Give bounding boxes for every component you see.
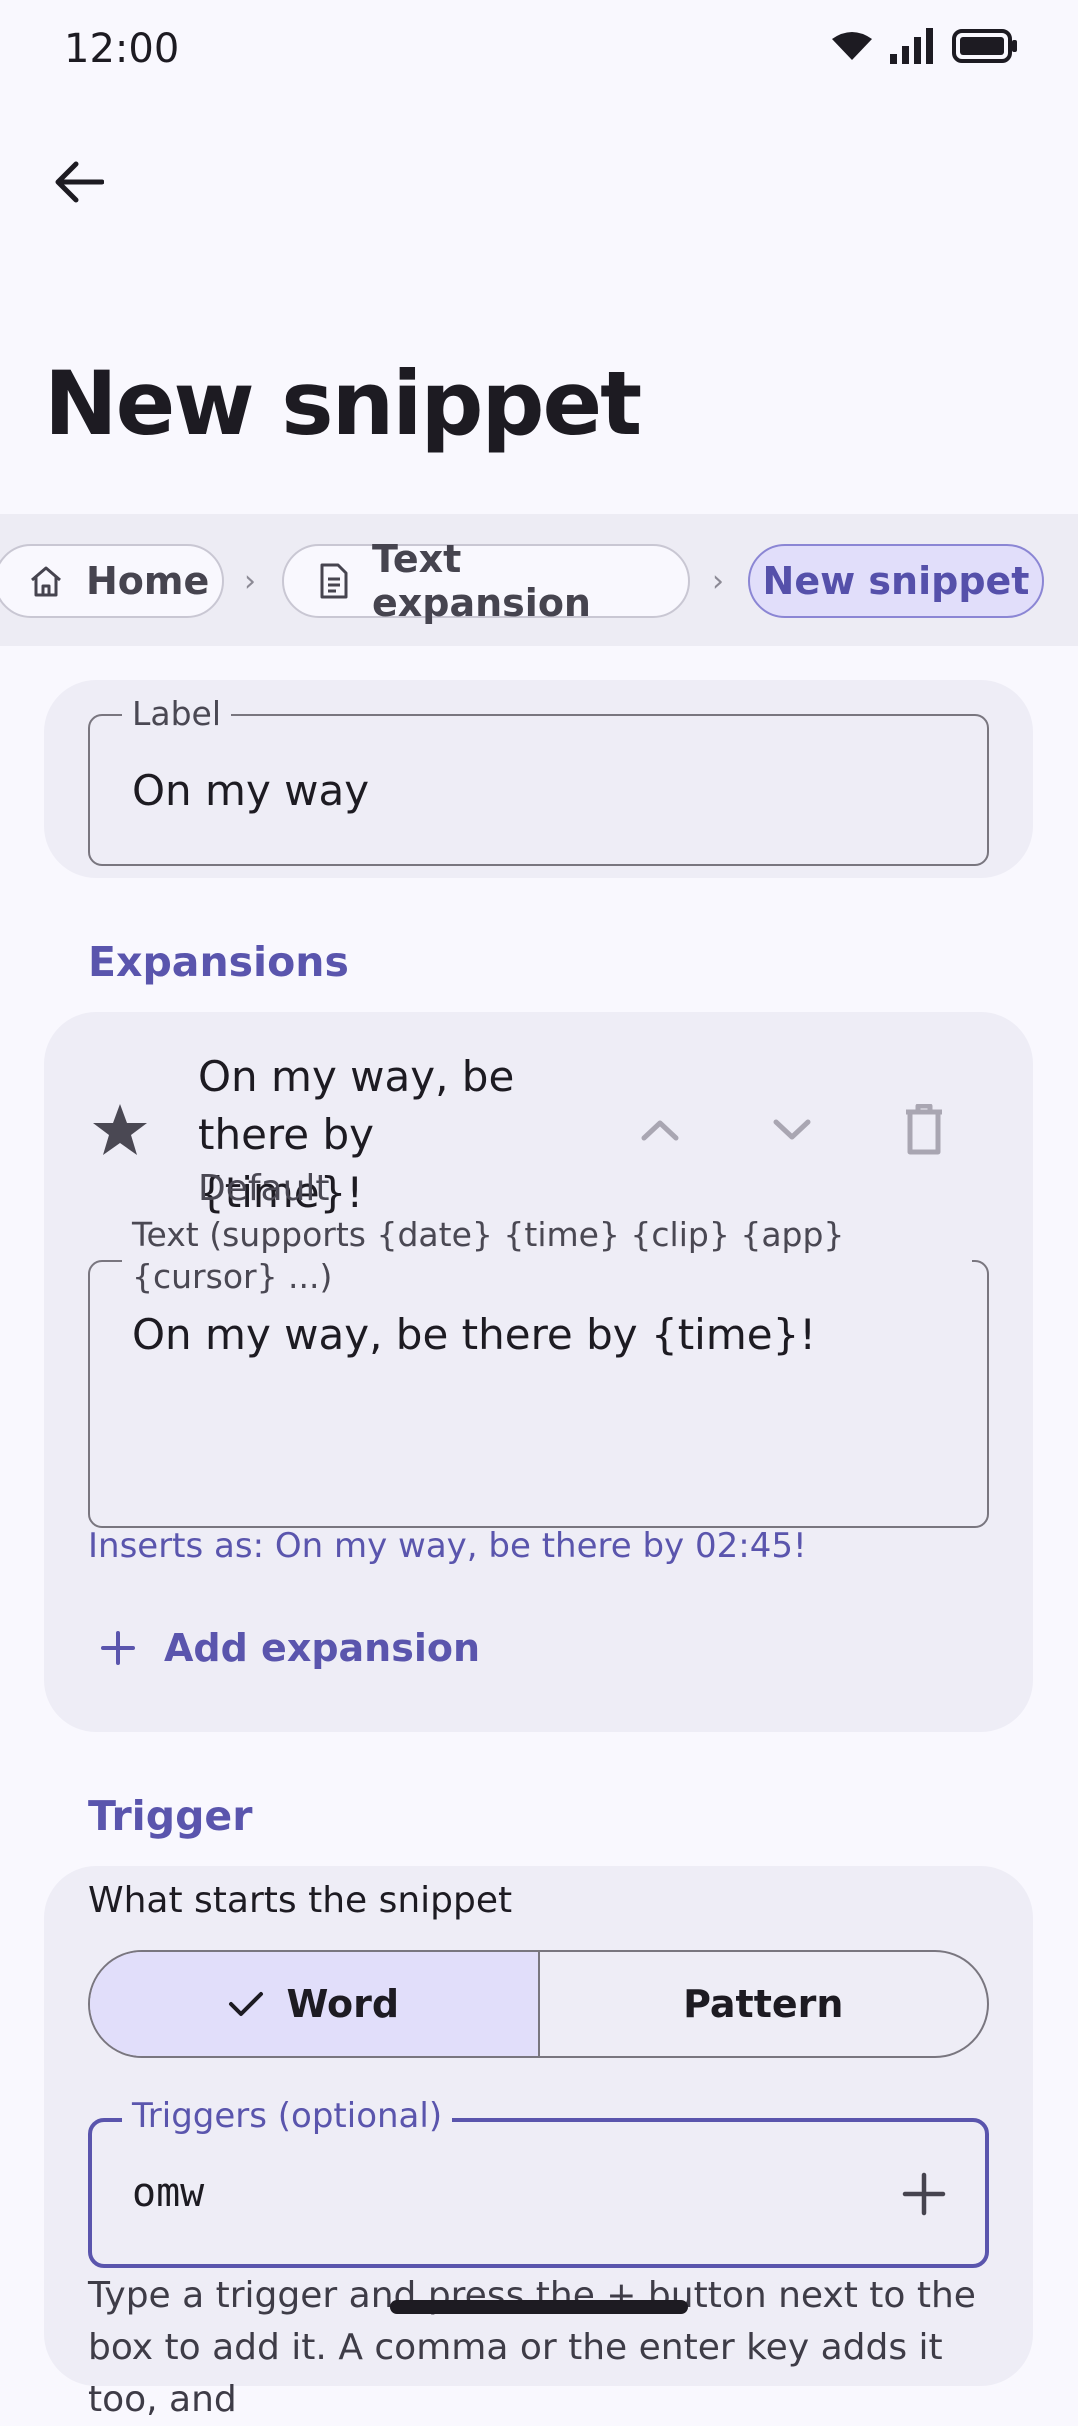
star-icon[interactable] bbox=[88, 1098, 152, 1162]
triggers-field-legend: Triggers (optional) bbox=[122, 2096, 453, 2136]
trash-icon bbox=[906, 1104, 942, 1155]
status-icons bbox=[832, 28, 1018, 64]
option-pattern-label: Pattern bbox=[683, 1982, 844, 2026]
insert-preview: Inserts as: On my way, be there by 02:45… bbox=[88, 1526, 807, 1566]
back-button[interactable] bbox=[46, 150, 110, 214]
breadcrumb-new-snippet-label: New snippet bbox=[762, 559, 1030, 603]
option-word[interactable]: Word bbox=[90, 1952, 540, 2056]
add-expansion-label: Add expansion bbox=[164, 1626, 481, 1670]
trigger-caption: What starts the snippet bbox=[88, 1880, 513, 1921]
delete-expansion-button[interactable] bbox=[892, 1098, 956, 1162]
chevron-right-icon: › bbox=[244, 564, 256, 599]
signal-icon bbox=[890, 28, 933, 64]
chevron-right-icon: › bbox=[712, 564, 724, 599]
trigger-type-selector: Word Pattern bbox=[88, 1950, 989, 2058]
move-down-button[interactable] bbox=[760, 1098, 824, 1162]
expansion-subtitle: Default bbox=[198, 1168, 330, 1209]
breadcrumb-home-label: Home bbox=[86, 559, 210, 603]
label-field-legend: Label bbox=[122, 694, 232, 733]
breadcrumb: Home › Text expansion › New snippet bbox=[0, 514, 1078, 646]
trigger-heading: Trigger bbox=[88, 1792, 253, 1840]
add-trigger-button[interactable] bbox=[892, 2162, 956, 2226]
battery-icon bbox=[952, 29, 1017, 63]
expansion-text-value[interactable]: On my way, be there by {time}! bbox=[132, 1310, 816, 1359]
expansion-text-legend: Text (supports {date} {time} {clip} {app… bbox=[122, 1214, 972, 1298]
breadcrumb-text-expansion-label: Text expansion bbox=[372, 537, 591, 625]
document-icon bbox=[318, 563, 350, 599]
status-time: 12:00 bbox=[64, 26, 180, 72]
plus-icon bbox=[101, 1631, 135, 1665]
triggers-field[interactable] bbox=[88, 2118, 989, 2268]
page-title: New snippet bbox=[44, 352, 642, 455]
option-pattern[interactable]: Pattern bbox=[540, 1952, 988, 2056]
breadcrumb-new-snippet[interactable]: New snippet bbox=[748, 544, 1044, 618]
check-icon bbox=[229, 1992, 264, 2016]
option-word-label: Word bbox=[286, 1982, 400, 2026]
trigger-help-text: Type a trigger and press the + button ne… bbox=[88, 2275, 976, 2420]
arrow-left-icon bbox=[55, 161, 104, 203]
add-expansion-button[interactable]: Add expansion bbox=[100, 1626, 480, 1670]
breadcrumb-home[interactable]: Home bbox=[0, 544, 224, 618]
wifi-icon bbox=[832, 32, 872, 60]
chevron-up-icon bbox=[641, 1120, 679, 1141]
home-icon bbox=[28, 563, 64, 599]
move-up-button[interactable] bbox=[628, 1098, 692, 1162]
expansions-heading: Expansions bbox=[88, 938, 349, 986]
expansion-text-field[interactable] bbox=[88, 1260, 989, 1528]
breadcrumb-text-expansion[interactable]: Text expansion bbox=[282, 537, 690, 625]
plus-icon bbox=[902, 2172, 946, 2216]
gesture-home-bar[interactable] bbox=[390, 2300, 688, 2314]
label-field-value[interactable]: On my way bbox=[132, 766, 369, 815]
triggers-field-value[interactable]: omw bbox=[132, 2170, 204, 2216]
chevron-down-icon bbox=[773, 1119, 811, 1140]
